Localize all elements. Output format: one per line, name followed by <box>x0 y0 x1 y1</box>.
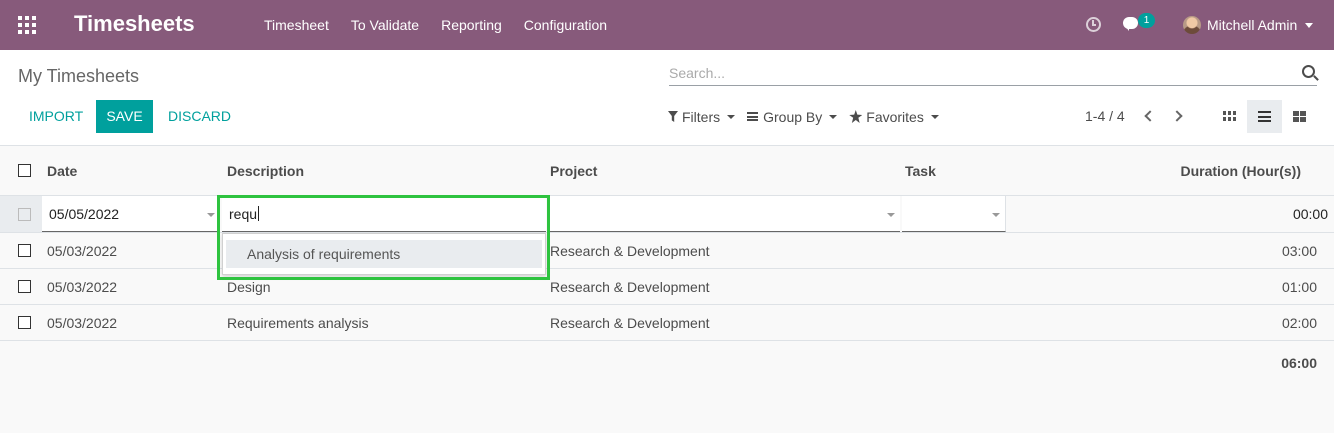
apps-menu-icon[interactable] <box>18 16 36 34</box>
row-project: Research & Development <box>550 242 710 259</box>
caret-down-icon <box>829 114 838 119</box>
grid-icon <box>1293 111 1306 122</box>
chevron-right-icon[interactable] <box>1171 110 1183 122</box>
table-header: Date Description Project Task Duration (… <box>0 146 1334 196</box>
star-icon <box>849 110 863 123</box>
description-value: requ <box>229 205 258 222</box>
main-menu: Timesheet To Validate Reporting Configur… <box>253 0 618 50</box>
table-footer: 06:00 <box>0 341 1334 385</box>
bars-icon <box>747 112 759 121</box>
filters-label: Filters <box>682 108 721 125</box>
list-view-button[interactable] <box>1247 100 1282 133</box>
messages-count-badge: 1 <box>1138 13 1155 28</box>
pager-value[interactable]: 1-4 / 4 <box>1085 100 1125 133</box>
grid-view-button[interactable] <box>1282 100 1317 133</box>
user-menu[interactable]: Mitchell Admin <box>1183 0 1314 50</box>
select-all-cell <box>18 146 31 195</box>
filters-dropdown[interactable]: Filters <box>668 108 736 125</box>
row-description: Requirements analysis <box>227 314 369 331</box>
row-project: Research & Development <box>550 314 710 331</box>
avatar <box>1183 16 1201 34</box>
date-value: 05/05/2022 <box>49 205 120 222</box>
project-select[interactable] <box>548 196 900 232</box>
caret-down-icon <box>207 213 215 217</box>
row-duration: 01:00 <box>1281 278 1317 295</box>
caret-down-icon <box>930 114 939 119</box>
top-navbar: Timesheets Timesheet To Validate Reporti… <box>0 0 1334 50</box>
save-button[interactable]: SAVE <box>96 100 153 133</box>
favorites-label: Favorites <box>866 108 924 125</box>
row-select-cell <box>18 233 31 268</box>
column-header-task[interactable]: Task <box>905 146 936 195</box>
search-options: Filters Group By Favorites <box>668 100 951 133</box>
caret-down-icon <box>992 213 1000 217</box>
row-duration: 03:00 <box>1281 242 1317 259</box>
table-row[interactable]: 05/03/2022 Requirements analysis Researc… <box>0 305 1334 341</box>
control-panel: My Timesheets IMPORT SAVE DISCARD Filter… <box>0 50 1334 146</box>
menu-item-configuration[interactable]: Configuration <box>513 0 618 50</box>
filter-icon <box>668 111 678 122</box>
column-header-duration[interactable]: Duration (Hour(s)) <box>1180 146 1301 195</box>
total-duration: 06:00 <box>1281 355 1317 371</box>
search-input[interactable] <box>669 62 1269 84</box>
row-date: 05/03/2022 <box>47 278 118 295</box>
row-checkbox[interactable] <box>18 244 31 257</box>
activity-clock-icon[interactable] <box>1086 17 1101 32</box>
menu-item-timesheet[interactable]: Timesheet <box>253 0 340 50</box>
row-duration: 02:00 <box>1281 314 1317 331</box>
menu-item-to-validate[interactable]: To Validate <box>340 0 430 50</box>
row-checkbox[interactable] <box>18 316 31 329</box>
table-row[interactable]: 05/03/2022 Research & Development 03:00 <box>0 233 1334 269</box>
favorites-dropdown[interactable]: Favorites <box>849 109 939 125</box>
row-select-cell <box>18 269 31 304</box>
row-checkbox[interactable] <box>18 280 31 293</box>
page-title: My Timesheets <box>18 66 140 86</box>
search-bar <box>669 62 1317 86</box>
row-checkbox[interactable] <box>18 208 31 221</box>
column-header-description[interactable]: Description <box>227 146 304 195</box>
group-by-label: Group By <box>763 108 823 125</box>
column-header-project[interactable]: Project <box>550 146 597 195</box>
date-field[interactable]: 05/05/2022 <box>42 196 220 232</box>
discard-button[interactable]: DISCARD <box>158 100 241 133</box>
app-title: Timesheets <box>74 11 195 36</box>
row-date: 05/03/2022 <box>47 242 118 259</box>
column-header-date[interactable]: Date <box>47 146 77 195</box>
table-row[interactable]: 05/03/2022 Design Research & Development… <box>0 269 1334 305</box>
row-project: Research & Development <box>550 278 710 295</box>
description-input[interactable]: requ <box>222 196 546 232</box>
row-date: 05/03/2022 <box>47 314 118 331</box>
chevron-down-icon <box>1305 22 1314 28</box>
messages-icon[interactable] <box>1123 17 1138 31</box>
search-icon[interactable] <box>1302 65 1315 78</box>
text-cursor <box>258 206 260 221</box>
chevron-left-icon[interactable] <box>1144 110 1156 122</box>
row-selector <box>0 196 42 232</box>
menu-item-reporting[interactable]: Reporting <box>430 0 513 50</box>
autocomplete-option[interactable]: Analysis of requirements <box>226 240 542 268</box>
caret-down-icon <box>727 114 736 119</box>
duration-input[interactable]: 00:00 <box>1006 196 1328 232</box>
kanban-view-button[interactable] <box>1212 100 1247 133</box>
kanban-icon <box>1223 111 1236 122</box>
editable-row: 05/05/2022 requ 00:00 <box>0 196 1334 233</box>
row-select-cell <box>18 305 31 340</box>
import-button[interactable]: IMPORT <box>18 100 94 133</box>
list-icon <box>1258 111 1271 122</box>
user-name: Mitchell Admin <box>1207 17 1298 33</box>
group-by-dropdown[interactable]: Group By <box>747 108 838 125</box>
description-autocomplete-dropdown: Analysis of requirements <box>222 233 546 275</box>
task-select[interactable] <box>902 196 1006 232</box>
caret-down-icon <box>887 213 895 217</box>
select-all-checkbox[interactable] <box>18 164 31 177</box>
